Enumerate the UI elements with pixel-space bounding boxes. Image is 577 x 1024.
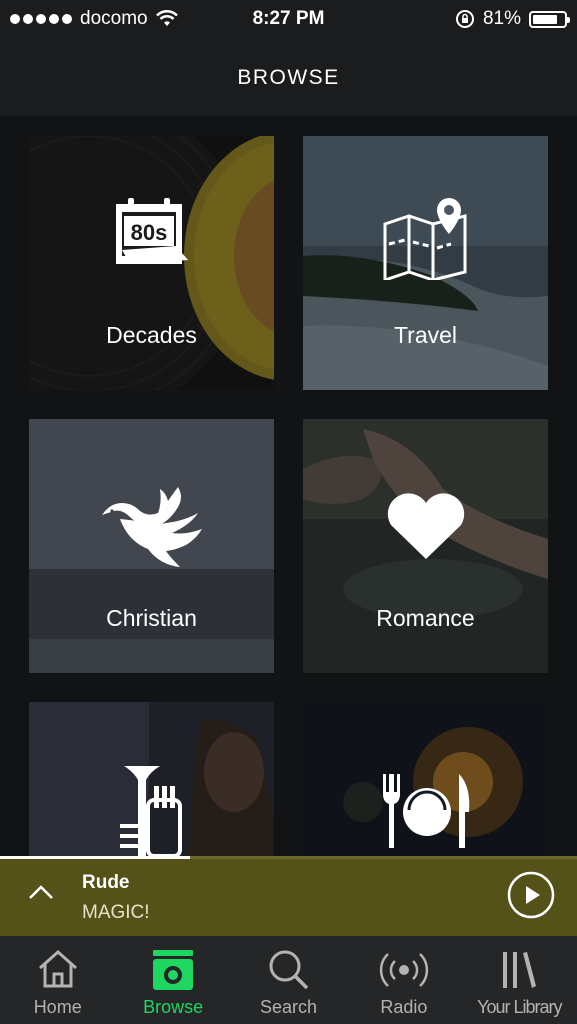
trumpet-icon [29, 764, 274, 856]
tab-your-library[interactable]: Your Library [462, 936, 577, 1024]
map-pin-icon [303, 196, 548, 280]
dove-icon [29, 481, 274, 571]
playback-progress-fill [0, 856, 191, 859]
tile-dinner[interactable] [303, 702, 548, 856]
heart-icon [303, 491, 548, 561]
search-icon [231, 948, 346, 990]
play-button[interactable] [507, 871, 555, 919]
status-bar: docomo 8:27 PM 81% [0, 0, 577, 40]
tile-christian[interactable]: Christian [29, 419, 274, 673]
calendar-80s-icon: 80s [29, 196, 274, 272]
now-playing-bar[interactable]: Rude MAGIC! [0, 856, 577, 936]
tile-label: Travel [393, 322, 458, 348]
dinner-plate-icon [303, 772, 548, 850]
page-title: BROWSE [0, 40, 577, 116]
browse-icon [115, 948, 230, 990]
chevron-up-icon[interactable] [26, 878, 56, 908]
tab-label: Your Library [477, 997, 562, 1017]
tile-label: Decades [106, 322, 197, 348]
tile-travel[interactable]: Travel [303, 136, 548, 390]
tab-browse[interactable]: Browse [115, 936, 230, 1024]
tile-decades[interactable]: 80s Decades [29, 136, 274, 390]
tab-bar: Home Browse Search Radio Your Library [0, 936, 577, 1024]
tab-home[interactable]: Home [0, 936, 115, 1024]
tile-jazz[interactable] [29, 702, 274, 856]
battery-percent: 81% [482, 8, 521, 29]
tab-label: Browse [143, 997, 204, 1017]
tile-romance[interactable]: Romance [303, 419, 548, 673]
track-title: Rude [82, 872, 130, 893]
tile-label: Romance [376, 605, 475, 631]
tab-label: Home [33, 997, 82, 1017]
playback-progress [0, 856, 577, 859]
battery-group: 81% [455, 8, 570, 30]
svg-text:80s: 80s [130, 220, 167, 245]
tab-radio[interactable]: Radio [346, 936, 461, 1024]
orientation-lock-icon [455, 10, 474, 28]
battery-icon [529, 10, 570, 28]
tab-search[interactable]: Search [231, 936, 346, 1024]
tab-label: Radio [380, 997, 428, 1017]
radio-icon [346, 948, 461, 990]
tile-label: Christian [106, 605, 197, 631]
library-icon [462, 948, 577, 990]
tab-label: Search [259, 997, 318, 1017]
home-icon [0, 948, 115, 990]
browse-grid: 80s Decades Travel Christian Romance [0, 116, 577, 856]
track-artist: MAGIC! [82, 902, 150, 923]
